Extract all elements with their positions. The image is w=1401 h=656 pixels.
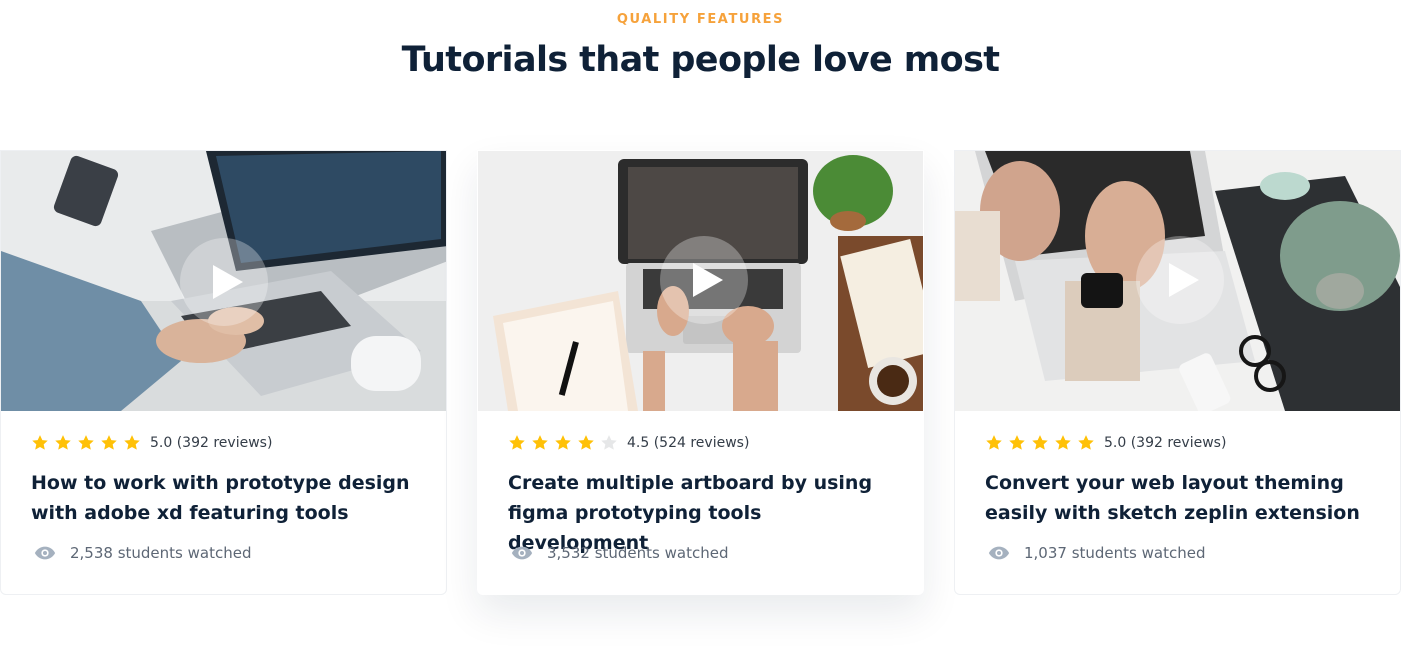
rating-label: 4.5 (524 reviews) xyxy=(627,435,750,451)
star-icon xyxy=(1078,435,1094,450)
star-icon xyxy=(986,435,1002,450)
play-icon xyxy=(693,263,723,297)
rating: 4.5 (524 reviews) xyxy=(508,433,749,453)
star-icon xyxy=(78,435,94,450)
rating: 5.0 (392 reviews) xyxy=(985,433,1226,453)
video-thumbnail[interactable] xyxy=(1,151,446,411)
watch-count: 3,532 students watched xyxy=(511,543,728,563)
tutorial-title[interactable]: Convert your web layout theming easily w… xyxy=(985,468,1385,528)
star-icon xyxy=(32,435,48,450)
star-icon xyxy=(532,435,548,450)
play-button[interactable] xyxy=(1136,236,1224,324)
star-icon xyxy=(578,435,594,450)
star-icon xyxy=(555,435,571,450)
tutorial-title[interactable]: How to work with prototype design with a… xyxy=(31,468,431,528)
star-icon xyxy=(101,435,117,450)
rating: 5.0 (392 reviews) xyxy=(31,433,272,453)
star-empty-icon xyxy=(601,435,617,450)
video-thumbnail[interactable] xyxy=(478,151,923,411)
play-button[interactable] xyxy=(180,238,268,326)
video-thumbnail[interactable] xyxy=(955,151,1400,411)
play-icon xyxy=(213,265,243,299)
star-icon xyxy=(1032,435,1048,450)
star-icon xyxy=(1055,435,1071,450)
play-button[interactable] xyxy=(660,236,748,324)
eye-icon xyxy=(511,546,533,560)
star-icon xyxy=(509,435,525,450)
star-icon xyxy=(124,435,140,450)
tutorial-card[interactable]: 5.0 (392 reviews) How to work with proto… xyxy=(0,150,447,595)
eye-icon xyxy=(34,546,56,560)
rating-label: 5.0 (392 reviews) xyxy=(1104,435,1227,451)
watched-label: 2,538 students watched xyxy=(70,544,252,562)
tutorial-card[interactable]: 5.0 (392 reviews) Convert your web layou… xyxy=(954,150,1401,595)
section-title: Tutorials that people love most xyxy=(401,40,1000,80)
play-icon xyxy=(1169,263,1199,297)
watch-count: 2,538 students watched xyxy=(34,543,251,563)
star-icon xyxy=(55,435,71,450)
watched-label: 3,532 students watched xyxy=(547,544,729,562)
tutorial-card[interactable]: 4.5 (524 reviews) Create multiple artboa… xyxy=(477,150,924,595)
rating-label: 5.0 (392 reviews) xyxy=(150,435,273,451)
section-eyebrow: QUALITY FEATURES xyxy=(616,12,785,27)
star-icon xyxy=(1009,435,1025,450)
watch-count: 1,037 students watched xyxy=(988,543,1205,563)
eye-icon xyxy=(988,546,1010,560)
watched-label: 1,037 students watched xyxy=(1024,544,1206,562)
